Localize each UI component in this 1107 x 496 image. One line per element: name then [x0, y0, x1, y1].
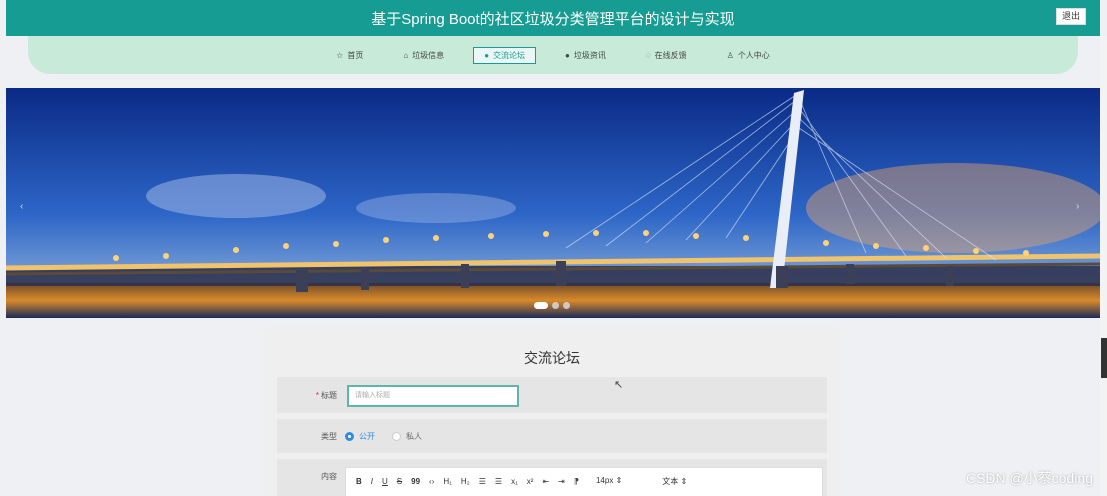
chevron-updown-icon: ⇕	[615, 476, 623, 485]
top-header: 基于Spring Boot的社区垃圾分类管理平台的设计与实现 退出	[6, 0, 1100, 36]
content-label: 内容	[321, 472, 337, 481]
nav-item-feedback[interactable]: ◌ 在线反馈	[635, 47, 698, 64]
headset-icon: ◌	[645, 51, 651, 60]
text-type-select[interactable]: 文本 ⇕	[662, 476, 687, 487]
quote-button[interactable]: 99	[411, 477, 420, 486]
nav-bar: ☆ 首页 ⌂ 垃圾信息 ● 交流论坛 ● 垃圾资讯 ◌ 在线反馈 ♙ 个人中心	[28, 36, 1078, 74]
home-icon: ⌂	[403, 51, 409, 60]
radio-public-label: 公开	[359, 432, 375, 441]
subscript-button[interactable]: x₁	[511, 477, 518, 486]
ordered-list-icon[interactable]: ☰	[479, 477, 486, 486]
banner-next-icon[interactable]: ›	[1076, 201, 1079, 212]
radio-public[interactable]: 公开	[345, 431, 375, 442]
title-row: * 标题 请输入标题	[277, 377, 827, 413]
right-scroll-strip	[1100, 36, 1107, 496]
nav-item-label: 首页	[347, 51, 364, 60]
radio-checked-icon	[345, 432, 354, 441]
title-input[interactable]: 请输入标题	[347, 385, 519, 407]
nav-item-home[interactable]: ☆ 首页	[325, 47, 374, 64]
h2-button[interactable]: H₂	[461, 477, 470, 486]
radio-private[interactable]: 私人	[392, 431, 422, 442]
nav-item-label: 垃圾资讯	[573, 51, 606, 60]
font-size-select[interactable]: 14px ⇕	[596, 476, 622, 487]
italic-button[interactable]: I	[371, 477, 373, 486]
mouse-cursor-icon: ↖	[614, 379, 624, 391]
logout-button[interactable]: 退出	[1056, 8, 1086, 25]
nav-item-label: 垃圾信息	[412, 51, 445, 60]
type-row: 类型 公开 私人	[277, 419, 827, 453]
nav-item-label: 在线反馈	[654, 51, 687, 60]
content-row: 内容 B I U S 99 ‹› H₁ H₂ ☰ ☰ x₁ x² ⇤ ⇥ ⁋ 1…	[277, 459, 827, 496]
banner-prev-icon[interactable]: ‹	[20, 201, 23, 212]
form-title: 交流论坛	[524, 350, 580, 366]
indent-icon[interactable]: ⇥	[558, 477, 565, 486]
radio-unchecked-icon	[392, 432, 401, 441]
superscript-button[interactable]: x²	[527, 477, 534, 486]
nav-item-label: 交流论坛	[493, 51, 526, 60]
info-icon: ●	[484, 51, 490, 60]
banner-carousel[interactable]: ‹ ›	[6, 88, 1100, 318]
underline-button[interactable]: U	[382, 477, 388, 486]
code-button[interactable]: ‹›	[429, 477, 434, 486]
text-direction-icon[interactable]: ⁋	[574, 477, 579, 486]
text-type-value: 文本	[662, 477, 679, 486]
watermark: CSDN @小蔡coding	[965, 470, 1093, 486]
chevron-updown-icon: ⇕	[680, 477, 688, 486]
required-mark: *	[315, 391, 319, 400]
forum-form-card: 交流论坛 * 标题 请输入标题 类型 公开 私人 内容 B I U S 99 ‹›	[265, 324, 839, 496]
carousel-indicators	[534, 302, 570, 309]
star-icon: ☆	[336, 51, 344, 60]
carousel-dot[interactable]	[552, 302, 559, 309]
h1-button[interactable]: H₁	[443, 477, 451, 486]
page-title: 基于Spring Boot的社区垃圾分类管理平台的设计与实现	[371, 11, 735, 28]
editor-dropdowns: 14px ⇕ 文本 ⇕	[596, 476, 687, 487]
nav-item-label: 个人中心	[737, 51, 770, 60]
editor-toolbar: B I U S 99 ‹› H₁ H₂ ☰ ☰ x₁ x² ⇤ ⇥ ⁋ 14px…	[356, 476, 687, 487]
carousel-dot[interactable]	[563, 302, 570, 309]
nav-item-news[interactable]: ● 垃圾资讯	[554, 47, 617, 64]
bold-button[interactable]: B	[356, 477, 362, 486]
title-label: * 标题	[297, 390, 337, 401]
nav-item-profile[interactable]: ♙ 个人中心	[716, 47, 781, 64]
outdent-icon[interactable]: ⇤	[542, 477, 549, 486]
carousel-dot-active[interactable]	[534, 302, 548, 309]
rich-text-editor[interactable]: B I U S 99 ‹› H₁ H₂ ☰ ☰ x₁ x² ⇤ ⇥ ⁋ 14px…	[345, 467, 823, 496]
bullet-list-icon[interactable]: ☰	[495, 477, 502, 486]
radio-private-label: 私人	[406, 432, 422, 441]
type-label: 类型	[321, 432, 337, 441]
title-label-text: 标题	[321, 391, 337, 400]
nav-item-garbage-info[interactable]: ⌂ 垃圾信息	[392, 47, 455, 64]
user-icon: ♙	[726, 51, 734, 60]
font-size-value: 14px	[595, 476, 614, 485]
info-icon: ●	[565, 51, 570, 60]
side-tab[interactable]	[1101, 338, 1107, 378]
strike-button[interactable]: S	[397, 477, 402, 486]
nav-item-forum[interactable]: ● 交流论坛	[473, 47, 537, 64]
bridge-image	[6, 88, 1100, 318]
